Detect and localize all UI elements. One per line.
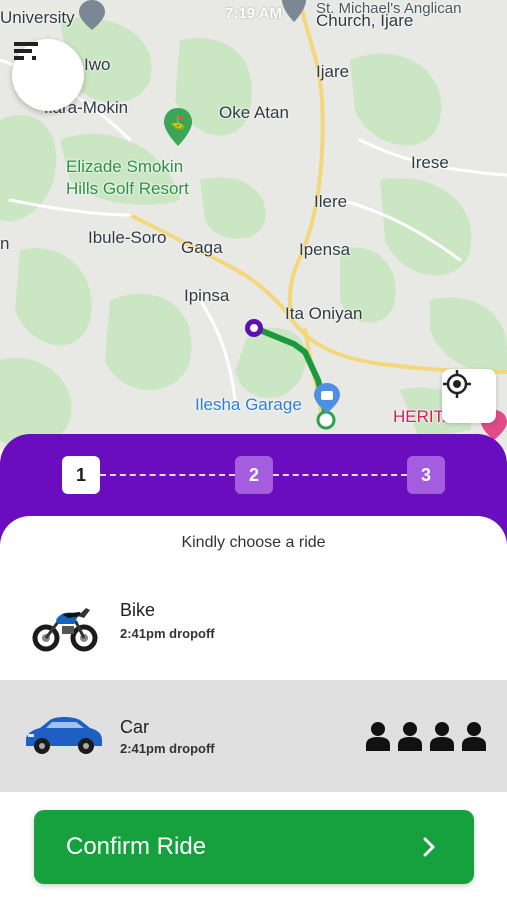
map-label-irese: Irese <box>411 153 449 172</box>
map-label-ibule-soro: Ibule-Soro <box>88 228 167 247</box>
panel-subtitle: Kindly choose a ride <box>181 534 326 551</box>
person-icon <box>430 722 454 751</box>
ride-eta: 2:41pm dropoff <box>120 741 215 756</box>
locate-me-button[interactable] <box>442 369 496 423</box>
map-label-elizade-line1: Elizade Smokin <box>66 157 184 176</box>
map-label-ilesha-garage: Ilesha Garage <box>195 395 302 414</box>
ride-name: Bike <box>120 600 156 620</box>
map-label-ipinsa: Ipinsa <box>184 286 230 305</box>
map-label-ita-oniyan: Ita Oniyan <box>285 304 363 323</box>
filter-menu-icon <box>14 42 38 60</box>
confirm-ride-label: Confirm Ride <box>66 833 207 860</box>
ride-option-bike[interactable]: Bike 2:41pm dropoff <box>0 568 507 680</box>
crosshair-icon <box>443 370 471 398</box>
map-label-gaga: Gaga <box>181 238 223 257</box>
ride-selection-sheet: 1 2 3 Kindly choose a ride Bike 2:41pm d… <box>0 434 507 900</box>
svg-text:⛳: ⛳ <box>170 115 186 131</box>
motorbike-image <box>32 608 98 652</box>
map-label-ilere: Ilere <box>314 192 348 211</box>
map-label-oke-atan: Oke Atan <box>219 103 289 122</box>
map-view[interactable]: ⛳ University Iwo Ilara-Mokin Oke Atan Ij… <box>0 0 507 450</box>
map-label-church: Church, Ijare <box>316 11 414 30</box>
map-label-fragment: n <box>0 234 10 253</box>
map-label-ipensa: Ipensa <box>299 240 351 259</box>
menu-button[interactable] <box>12 39 84 111</box>
step-1[interactable]: 1 <box>62 456 100 494</box>
map-label-elizade-line2: Hills Golf Resort <box>66 179 189 198</box>
status-bar-time: 7:19 AM <box>225 5 282 22</box>
map-label-iwo: Iwo <box>84 55 111 74</box>
map-label-ijare: Ijare <box>316 62 350 81</box>
car-image <box>26 717 102 754</box>
step-2[interactable]: 2 <box>235 456 273 494</box>
map-label-university: University <box>0 8 75 27</box>
person-icon <box>366 722 390 751</box>
person-icon <box>462 722 486 751</box>
step-3[interactable]: 3 <box>407 456 445 494</box>
confirm-ride-button[interactable]: Confirm Ride <box>34 810 474 884</box>
chevron-right-icon <box>423 837 435 857</box>
ride-option-car[interactable]: Car 2:41pm dropoff <box>0 680 507 792</box>
ride-eta: 2:41pm dropoff <box>120 626 215 641</box>
seat-capacity <box>365 721 487 751</box>
ride-name: Car <box>120 717 150 737</box>
step-connector <box>100 474 235 476</box>
step-connector <box>273 474 407 476</box>
person-icon <box>398 722 422 751</box>
